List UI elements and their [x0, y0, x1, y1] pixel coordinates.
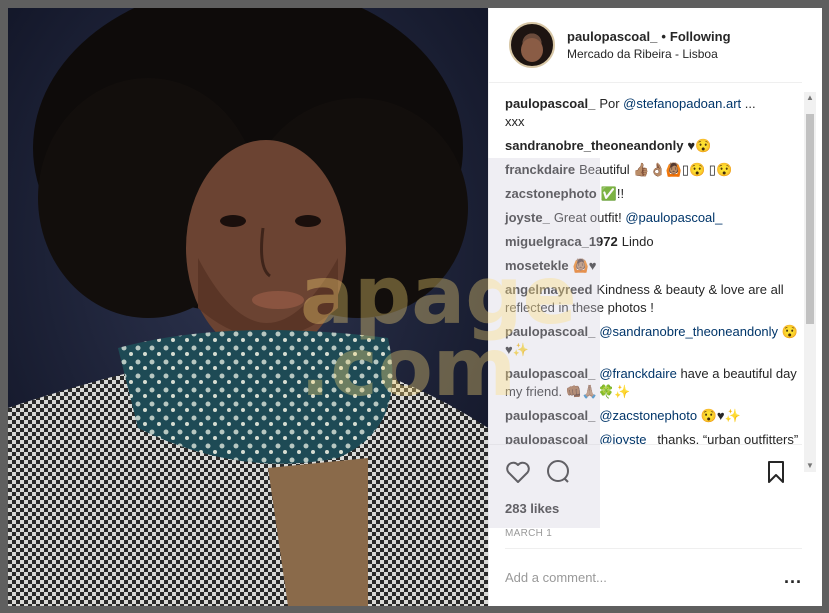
comment-item: paulopascoal_ @joyste_ thanks, “urban out…: [505, 431, 800, 444]
like-count[interactable]: 283 likes: [489, 498, 822, 520]
comment-item: paulopascoal_ @zacstonephoto 😯♥✨: [505, 407, 800, 425]
comment-mention-link[interactable]: @sandranobre_theoneandonly: [599, 324, 778, 339]
comment-text: Por: [599, 96, 624, 111]
comment-item: zacstonephoto ✅!!: [505, 185, 800, 203]
comment-username[interactable]: zacstonephoto: [505, 186, 597, 201]
avatar[interactable]: [509, 22, 555, 68]
scroll-down-arrow-icon[interactable]: ▼: [804, 460, 816, 472]
comment-text: Beautiful 👍🏽👌🏽🙆🏽▯😯 ▯😯: [579, 162, 733, 177]
portrait-image: [8, 8, 488, 606]
comments-scrollbar[interactable]: ▲ ▼: [804, 92, 816, 472]
post-date: MARCH 1: [505, 528, 553, 539]
more-options-button[interactable]: ...: [784, 567, 802, 588]
save-button[interactable]: [746, 457, 786, 487]
scroll-up-arrow-icon[interactable]: ▲: [804, 92, 816, 104]
post-sidebar: paulopascoal_ • Following Mercado da Ribei…: [488, 8, 822, 606]
comment-item: paulopascoal_ @franckdaire have a beautif…: [505, 365, 800, 401]
separator-dot: •: [661, 29, 666, 44]
comment-item: sandranobre_theoneandonly ♥😯: [505, 137, 800, 155]
comment-text: Lindo: [621, 234, 654, 249]
comment-mention-link[interactable]: @joyste_: [599, 432, 653, 444]
post-header: paulopascoal_ • Following Mercado da Ribei…: [489, 8, 802, 83]
comment-username[interactable]: paulopascoal_: [505, 366, 595, 381]
comment-item: joyste_ Great outfit! @paulopascoal_: [505, 209, 800, 227]
comment-username[interactable]: paulopascoal_: [505, 408, 595, 423]
post-actions: [489, 444, 802, 498]
comment-item: paulopascoal_ @sandranobre_theoneandonly …: [505, 323, 800, 359]
comment-text: 🙆🏽♥: [572, 258, 597, 273]
add-comment-bar: ...: [505, 548, 802, 606]
comment-text: ♥😯: [687, 138, 712, 153]
heart-icon: [506, 461, 530, 483]
like-button[interactable]: [505, 457, 545, 487]
comment-input[interactable]: [505, 570, 784, 585]
comment-mention-link[interactable]: @zacstonephoto: [599, 408, 697, 423]
comment-item: miguelgraca_1972 Lindo: [505, 233, 800, 251]
post-location[interactable]: Mercado da Ribeira - Lisboa: [567, 47, 731, 61]
bookmark-icon: [768, 460, 784, 483]
post-photo[interactable]: [8, 8, 488, 606]
following-button[interactable]: Following: [670, 29, 731, 44]
comment-item: angelmayreed Kindness & beauty & love are…: [505, 281, 800, 317]
comment-username[interactable]: sandranobre_theoneandonly: [505, 138, 683, 153]
comment-username[interactable]: franckdaire: [505, 162, 575, 177]
post-username[interactable]: paulopascoal_: [567, 29, 657, 44]
comment-mention-link[interactable]: @franckdaire: [599, 366, 677, 381]
comment-username[interactable]: mosetekle: [505, 258, 569, 273]
comment-username[interactable]: miguelgraca_1972: [505, 234, 618, 249]
comment-username[interactable]: angelmayreed: [505, 282, 592, 297]
comment-button[interactable]: [545, 457, 585, 487]
comment-username[interactable]: paulopascoal_: [505, 96, 595, 111]
post-modal: paulopascoal_ • Following Mercado da Ribei…: [8, 8, 822, 606]
comment-mention-link[interactable]: @paulopascoal_: [625, 210, 722, 225]
comment-text-tail: 😯♥✨: [697, 408, 741, 423]
comment-username[interactable]: paulopascoal_: [505, 432, 595, 444]
comments-list[interactable]: paulopascoal_ Por @stefanopadoan.art ... …: [489, 83, 822, 444]
comment-item: mosetekle 🙆🏽♥: [505, 257, 800, 275]
comment-text: Great outfit!: [553, 210, 626, 225]
comment-bubble-icon: [547, 459, 569, 483]
comment-text: ✅!!: [600, 186, 625, 201]
comment-item: paulopascoal_ Por @stefanopadoan.art ... …: [505, 95, 800, 131]
comment-username[interactable]: paulopascoal_: [505, 324, 595, 339]
comment-username[interactable]: joyste_: [505, 210, 550, 225]
comment-item: franckdaire Beautiful 👍🏽👌🏽🙆🏽▯😯 ▯😯: [505, 161, 800, 179]
scrollbar-thumb[interactable]: [806, 114, 814, 324]
comment-mention-link[interactable]: @stefanopadoan.art: [623, 96, 741, 111]
